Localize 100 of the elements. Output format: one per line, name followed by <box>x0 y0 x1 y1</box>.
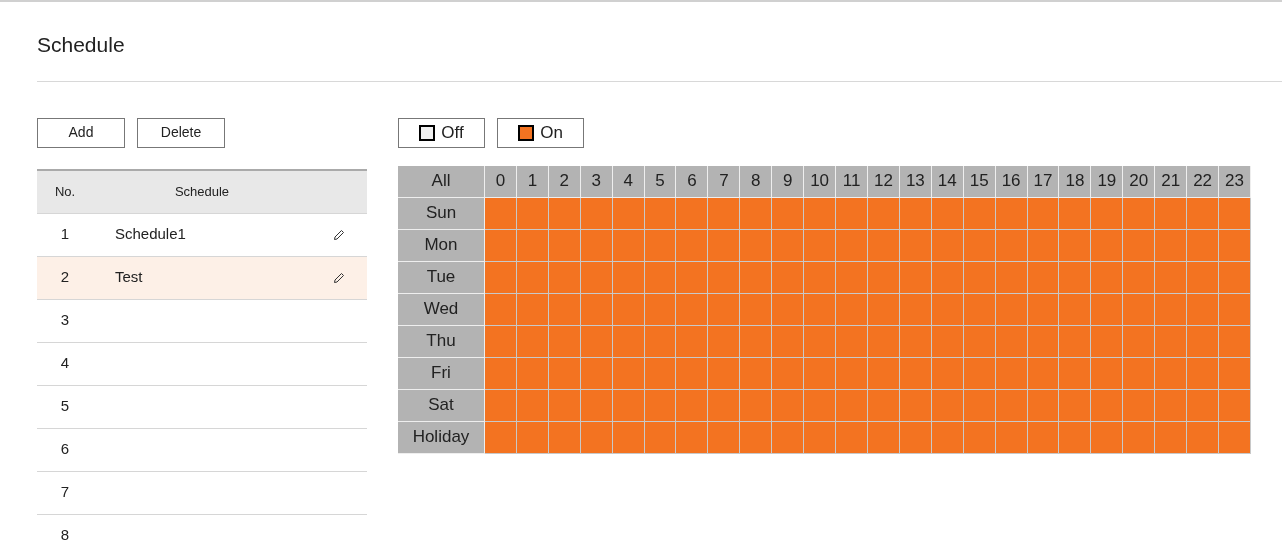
schedule-slot[interactable] <box>1155 197 1188 230</box>
schedule-slot[interactable] <box>1155 293 1188 326</box>
schedule-slot[interactable] <box>1187 229 1220 262</box>
hour-header[interactable]: 17 <box>1027 165 1060 198</box>
hour-header[interactable]: 1 <box>516 165 549 198</box>
schedule-slot[interactable] <box>708 261 741 294</box>
schedule-slot[interactable] <box>1187 421 1220 454</box>
hour-header[interactable]: 18 <box>1059 165 1092 198</box>
schedule-slot[interactable] <box>708 293 741 326</box>
schedule-slot[interactable] <box>1091 325 1124 358</box>
schedule-slot[interactable] <box>676 389 709 422</box>
schedule-slot[interactable] <box>1059 421 1092 454</box>
schedule-slot[interactable] <box>1091 421 1124 454</box>
schedule-slot[interactable] <box>1155 261 1188 294</box>
schedule-slot[interactable] <box>804 389 837 422</box>
schedule-slot[interactable] <box>772 293 805 326</box>
hour-header[interactable]: 14 <box>931 165 964 198</box>
schedule-slot[interactable] <box>836 229 868 262</box>
schedule-slot[interactable] <box>1059 325 1092 358</box>
schedule-slot[interactable] <box>1091 389 1124 422</box>
schedule-slot[interactable] <box>485 389 517 422</box>
schedule-slot[interactable] <box>485 197 517 230</box>
schedule-slot[interactable] <box>772 261 805 294</box>
action-button[interactable]: Delete <box>137 117 225 148</box>
schedule-slot[interactable] <box>1219 261 1251 294</box>
hour-header[interactable]: 23 <box>1219 165 1251 198</box>
hour-header[interactable]: 6 <box>676 165 709 198</box>
hour-header[interactable]: 4 <box>612 165 645 198</box>
schedule-slot[interactable] <box>772 421 805 454</box>
schedule-slot[interactable] <box>1123 293 1156 326</box>
schedule-slot[interactable] <box>676 197 709 230</box>
schedule-slot[interactable] <box>772 325 805 358</box>
schedule-slot[interactable] <box>1059 389 1092 422</box>
schedule-slot[interactable] <box>804 421 837 454</box>
hour-header[interactable]: 20 <box>1123 165 1156 198</box>
day-header[interactable]: Tue <box>398 261 485 294</box>
schedule-slot[interactable] <box>740 261 773 294</box>
hour-header[interactable]: 15 <box>963 165 996 198</box>
schedule-slot[interactable] <box>676 421 709 454</box>
hour-header[interactable]: 3 <box>580 165 613 198</box>
schedule-slot[interactable] <box>1219 357 1251 390</box>
schedule-slot[interactable] <box>1155 389 1188 422</box>
schedule-slot[interactable] <box>708 389 741 422</box>
schedule-slot[interactable] <box>485 229 517 262</box>
hour-header[interactable]: 12 <box>868 165 900 198</box>
hour-header[interactable]: 9 <box>772 165 805 198</box>
schedule-slot[interactable] <box>1155 325 1188 358</box>
schedule-slot[interactable] <box>1187 389 1220 422</box>
legend-button[interactable]: Off <box>398 117 485 148</box>
schedule-slot[interactable] <box>740 357 773 390</box>
schedule-slot[interactable] <box>836 357 868 390</box>
schedule-slot[interactable] <box>740 421 773 454</box>
schedule-row[interactable]: 2 Test <box>37 256 367 300</box>
day-header[interactable]: Mon <box>398 229 485 262</box>
schedule-slot[interactable] <box>485 357 517 390</box>
hour-header[interactable]: 16 <box>995 165 1028 198</box>
schedule-slot[interactable] <box>708 325 741 358</box>
schedule-slot[interactable] <box>1219 293 1251 326</box>
day-header[interactable]: Thu <box>398 325 485 358</box>
schedule-slot[interactable] <box>1219 325 1251 358</box>
schedule-slot[interactable] <box>1091 261 1124 294</box>
schedule-slot[interactable] <box>1187 293 1220 326</box>
schedule-slot[interactable] <box>1123 197 1156 230</box>
schedule-slot[interactable] <box>740 325 773 358</box>
schedule-slot[interactable] <box>485 421 517 454</box>
schedule-slot[interactable] <box>708 357 741 390</box>
hour-header[interactable]: 2 <box>548 165 581 198</box>
schedule-slot[interactable] <box>836 197 868 230</box>
schedule-slot[interactable] <box>1091 357 1124 390</box>
action-button[interactable]: Add <box>37 117 125 148</box>
schedule-slot[interactable] <box>740 389 773 422</box>
schedule-slot[interactable] <box>804 357 837 390</box>
schedule-slot[interactable] <box>804 325 837 358</box>
hour-header[interactable]: 7 <box>708 165 741 198</box>
schedule-slot[interactable] <box>1219 197 1251 230</box>
hour-header[interactable]: 5 <box>644 165 677 198</box>
schedule-slot[interactable] <box>1059 261 1092 294</box>
schedule-slot[interactable] <box>1219 229 1251 262</box>
schedule-slot[interactable] <box>804 197 837 230</box>
hour-header[interactable]: 8 <box>740 165 773 198</box>
schedule-slot[interactable] <box>1123 357 1156 390</box>
hour-header[interactable]: 22 <box>1187 165 1220 198</box>
schedule-slot[interactable] <box>676 293 709 326</box>
schedule-slot[interactable] <box>1123 325 1156 358</box>
schedule-slot[interactable] <box>836 325 868 358</box>
schedule-slot[interactable] <box>772 197 805 230</box>
schedule-slot[interactable] <box>740 293 773 326</box>
edit-icon[interactable] <box>333 228 345 241</box>
hour-header[interactable]: 13 <box>899 165 932 198</box>
day-header[interactable]: Wed <box>398 293 485 326</box>
schedule-slot[interactable] <box>1091 197 1124 230</box>
schedule-slot[interactable] <box>804 261 837 294</box>
legend-button[interactable]: On <box>497 117 584 148</box>
schedule-slot[interactable] <box>676 357 709 390</box>
schedule-slot[interactable] <box>804 293 837 326</box>
schedule-slot[interactable] <box>1155 229 1188 262</box>
schedule-slot[interactable] <box>772 389 805 422</box>
hour-header[interactable]: 11 <box>836 165 868 198</box>
schedule-slot[interactable] <box>1155 357 1188 390</box>
schedule-slot[interactable] <box>1187 325 1220 358</box>
